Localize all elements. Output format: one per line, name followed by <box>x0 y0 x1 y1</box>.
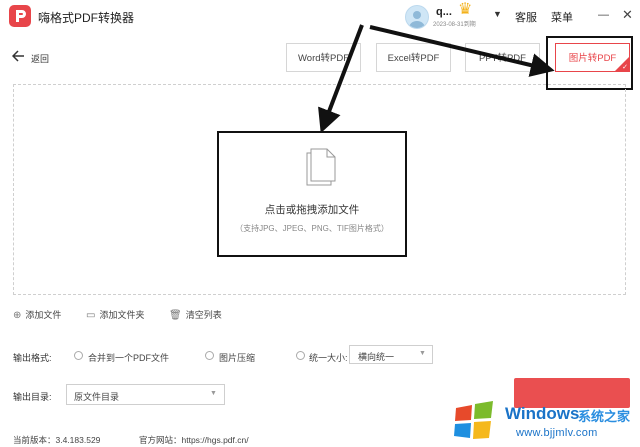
add-file-label: 添加文件 <box>25 310 62 320</box>
watermark-url: www.bjjmlv.com <box>516 427 598 439</box>
merge-option-label[interactable]: 合并到一个PDF文件 <box>88 351 169 364</box>
arrow-to-image-tab <box>369 25 555 77</box>
output-format-label: 输出格式: <box>13 353 52 363</box>
folder-icon: ▭ <box>86 310 96 321</box>
chevron-down-icon[interactable]: ▼ <box>419 350 426 357</box>
website-text: 官方网站：https://hgs.pdf.cn/ <box>139 435 249 445</box>
trash-icon: 🗑 <box>169 310 182 321</box>
plus-icon: ⊕ <box>13 310 22 321</box>
chevron-down-icon[interactable]: ▼ <box>210 390 217 397</box>
watermark-title: Windows <box>505 404 580 423</box>
compress-radio[interactable] <box>205 351 214 360</box>
arrow-to-drop-box <box>318 24 364 134</box>
add-folder-label: 添加文件夹 <box>99 310 145 320</box>
add-folder-button[interactable]: ▭ 添加文件夹 <box>86 308 144 321</box>
size-select-value: 横向统一 <box>358 352 395 362</box>
version-text: 当前版本：3.4.183.529 <box>13 435 101 445</box>
output-dir-label: 输出目录: <box>13 392 52 402</box>
watermark-subtitle: 系统之家 <box>578 409 631 424</box>
unify-size-radio[interactable] <box>296 351 305 360</box>
unify-size-label[interactable]: 统一大小: <box>309 351 348 364</box>
add-file-button[interactable]: ⊕ 添加文件 <box>13 308 61 321</box>
clear-list-label: 清空列表 <box>185 310 222 320</box>
clear-list-button[interactable]: 🗑 清空列表 <box>169 308 222 321</box>
merge-radio[interactable] <box>74 351 83 360</box>
compress-option-label[interactable]: 图片压缩 <box>219 351 255 364</box>
output-dir-value: 原文件目录 <box>74 392 120 402</box>
windows-logo-icon <box>446 394 502 447</box>
